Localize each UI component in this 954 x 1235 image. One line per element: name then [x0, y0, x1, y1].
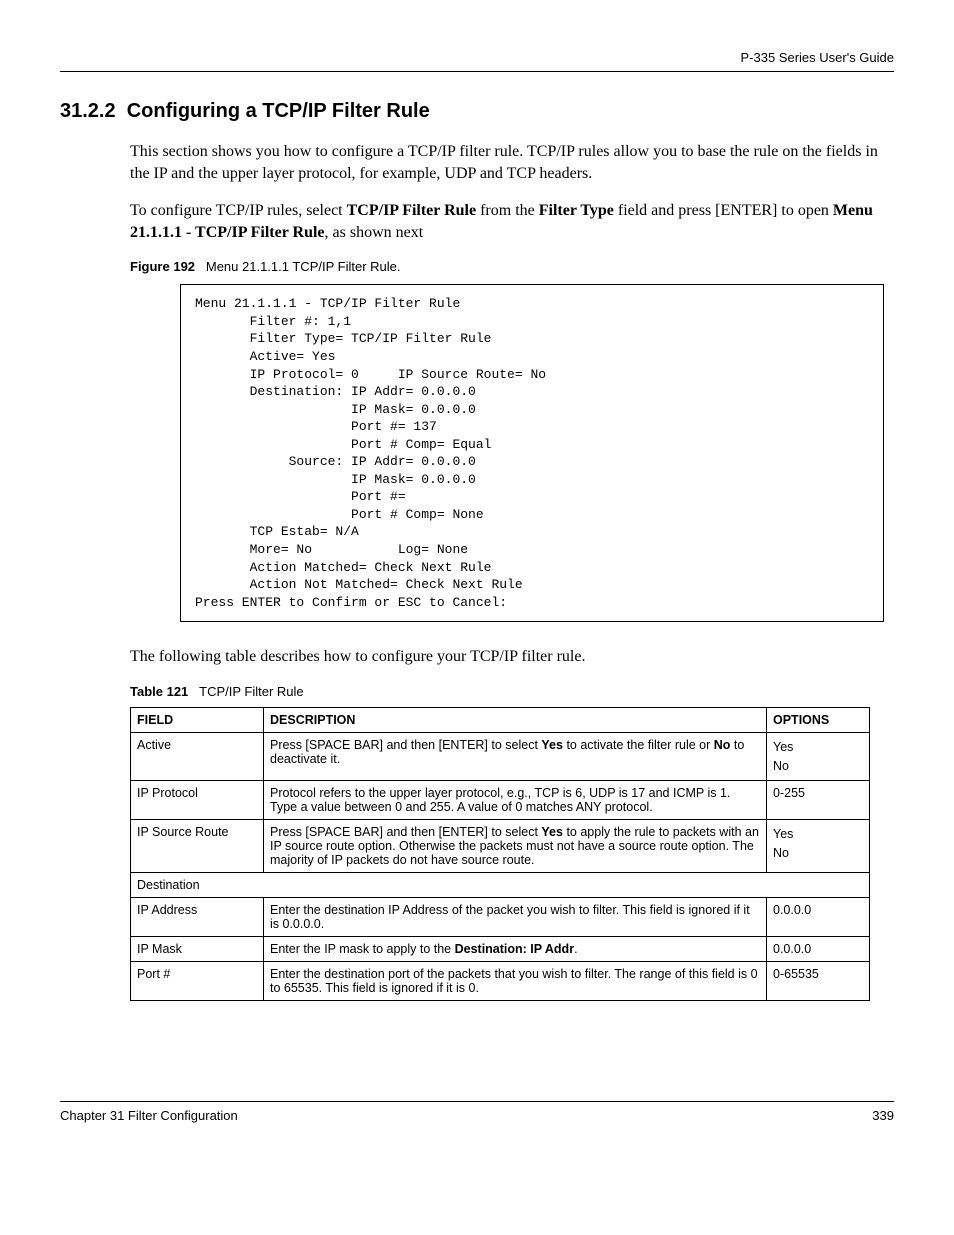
table-caption: Table 121 TCP/IP Filter Rule [130, 684, 894, 699]
opt-line: No [773, 846, 789, 860]
p2-text: To configure TCP/IP rules, select [130, 202, 347, 219]
cell-desc: Enter the destination IP Address of the … [264, 898, 767, 937]
cell-field: IP Protocol [131, 781, 264, 820]
table-title: TCP/IP Filter Rule [199, 684, 304, 699]
table-header-row: FIELD DESCRIPTION OPTIONS [131, 707, 870, 732]
footer-right: 339 [872, 1108, 894, 1123]
th-desc: DESCRIPTION [264, 707, 767, 732]
p2-text: , as shown next [325, 224, 424, 241]
cell-desc: Enter the IP mask to apply to the Destin… [264, 937, 767, 962]
table-row: IP Source Route Press [SPACE BAR] and th… [131, 820, 870, 873]
cell-desc: Press [SPACE BAR] and then [ENTER] to se… [264, 732, 767, 781]
desc-text: . [574, 942, 577, 956]
menu-screenshot: Menu 21.1.1.1 - TCP/IP Filter Rule Filte… [180, 284, 884, 622]
table-row: IP Address Enter the destination IP Addr… [131, 898, 870, 937]
desc-bold: Yes [541, 825, 563, 839]
p2-text: field and press [ENTER] to open [614, 202, 833, 219]
figure-label: Figure 192 [130, 259, 195, 274]
paragraph-3: The following table describes how to con… [60, 646, 894, 668]
cell-opts: Yes No [767, 820, 870, 873]
cell-desc: Press [SPACE BAR] and then [ENTER] to se… [264, 820, 767, 873]
desc-text: Press [SPACE BAR] and then [ENTER] to se… [270, 738, 541, 752]
table-section-row: Destination [131, 873, 870, 898]
cell-opts: Yes No [767, 732, 870, 781]
figure-title: Menu 21.1.1.1 TCP/IP Filter Rule. [206, 259, 401, 274]
table-row: Port # Enter the destination port of the… [131, 962, 870, 1001]
cell-opts: 0.0.0.0 [767, 898, 870, 937]
cell-field: Active [131, 732, 264, 781]
page-footer: Chapter 31 Filter Configuration 339 [60, 1101, 894, 1123]
th-field: FIELD [131, 707, 264, 732]
cell-field: Port # [131, 962, 264, 1001]
cell-desc: Protocol refers to the upper layer proto… [264, 781, 767, 820]
desc-bold: Destination: IP Addr [455, 942, 574, 956]
filter-rule-table: FIELD DESCRIPTION OPTIONS Active Press [… [130, 707, 870, 1002]
opt-line: No [773, 759, 789, 773]
footer-left: Chapter 31 Filter Configuration [60, 1108, 238, 1123]
figure-caption: Figure 192 Menu 21.1.1.1 TCP/IP Filter R… [130, 259, 894, 274]
cell-field: IP Mask [131, 937, 264, 962]
cell-desc: Enter the destination port of the packet… [264, 962, 767, 1001]
desc-text: Press [SPACE BAR] and then [ENTER] to se… [270, 825, 541, 839]
cell-opts: 0-65535 [767, 962, 870, 1001]
table-row: IP Mask Enter the IP mask to apply to th… [131, 937, 870, 962]
section-cell: Destination [131, 873, 870, 898]
guide-title: P-335 Series User's Guide [741, 50, 895, 65]
cell-field: IP Address [131, 898, 264, 937]
desc-bold: Yes [541, 738, 563, 752]
th-opts: OPTIONS [767, 707, 870, 732]
opt-line: Yes [773, 827, 793, 841]
opt-line: Yes [773, 740, 793, 754]
table-row: Active Press [SPACE BAR] and then [ENTER… [131, 732, 870, 781]
section-number: 31.2.2 [60, 100, 116, 122]
p2-bold-1: TCP/IP Filter Rule [347, 202, 476, 219]
p2-bold-2: Filter Type [539, 202, 614, 219]
paragraph-1: This section shows you how to configure … [60, 141, 894, 184]
table-row: IP Protocol Protocol refers to the upper… [131, 781, 870, 820]
page-header: P-335 Series User's Guide [60, 50, 894, 72]
cell-opts: 0-255 [767, 781, 870, 820]
desc-text: to activate the filter rule or [563, 738, 714, 752]
p2-text: from the [476, 202, 539, 219]
desc-bold: No [714, 738, 731, 752]
cell-opts: 0.0.0.0 [767, 937, 870, 962]
paragraph-2: To configure TCP/IP rules, select TCP/IP… [60, 200, 894, 243]
section-heading: 31.2.2 Configuring a TCP/IP Filter Rule [60, 100, 894, 123]
table-label: Table 121 [130, 684, 188, 699]
section-title: Configuring a TCP/IP Filter Rule [127, 100, 430, 122]
desc-text: Enter the IP mask to apply to the [270, 942, 455, 956]
cell-field: IP Source Route [131, 820, 264, 873]
